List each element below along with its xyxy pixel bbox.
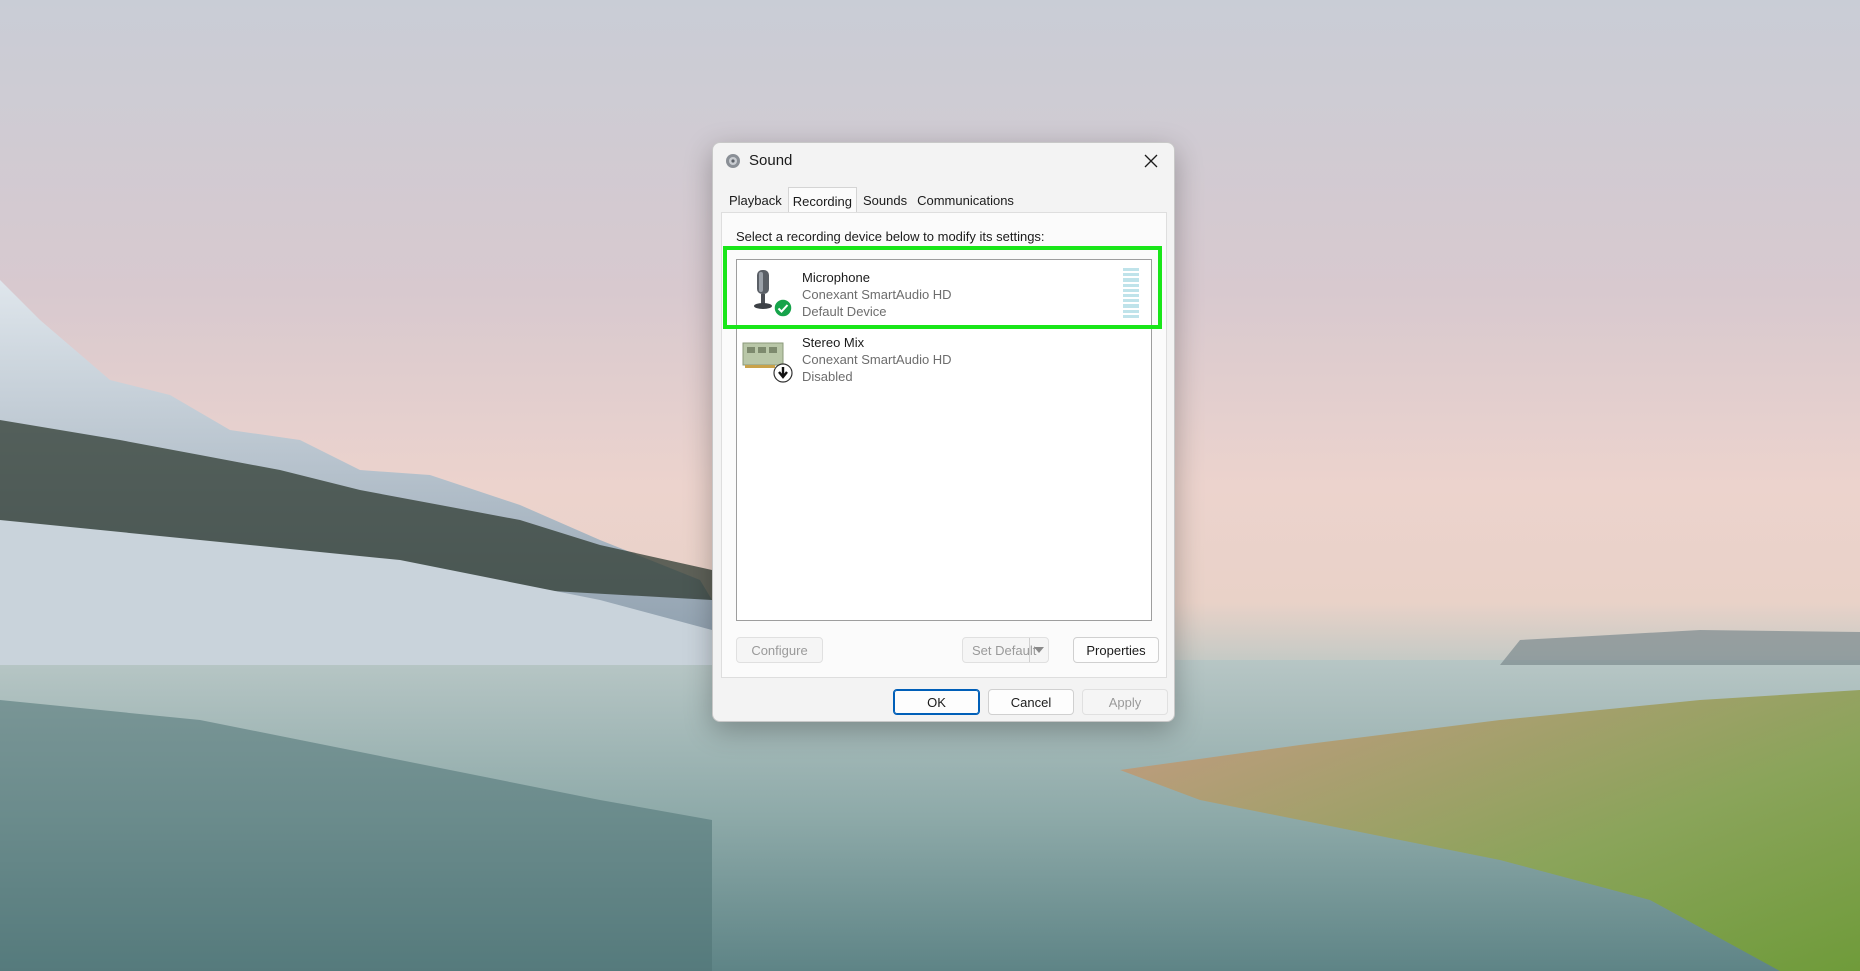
- close-button[interactable]: [1128, 143, 1174, 179]
- sound-card-icon: [741, 331, 793, 383]
- input-level-meter: [1123, 268, 1139, 319]
- device-driver: Conexant SmartAudio HD: [802, 287, 952, 302]
- apply-button[interactable]: Apply: [1082, 689, 1168, 715]
- device-driver: Conexant SmartAudio HD: [802, 352, 952, 367]
- device-list[interactable]: Microphone Conexant SmartAudio HD Defaul…: [736, 259, 1152, 621]
- device-status: Disabled: [802, 369, 853, 384]
- list-item-stereo-mix[interactable]: Stereo Mix Conexant SmartAudio HD Disabl…: [737, 325, 1151, 389]
- list-item-microphone[interactable]: Microphone Conexant SmartAudio HD Defaul…: [737, 260, 1151, 324]
- close-icon: [1144, 154, 1158, 168]
- cancel-button[interactable]: Cancel: [988, 689, 1074, 715]
- microphone-icon: [741, 266, 793, 318]
- tab-recording[interactable]: Recording: [787, 187, 858, 213]
- disabled-arrow-icon: [773, 363, 793, 383]
- recording-panel: Select a recording device below to modif…: [721, 212, 1167, 678]
- speaker-app-icon: [725, 153, 741, 169]
- device-status: Default Device: [802, 304, 887, 319]
- title-bar: Sound: [713, 143, 1174, 179]
- ok-button[interactable]: OK: [893, 689, 980, 715]
- set-default-button[interactable]: Set Default: [962, 637, 1049, 663]
- device-name: Stereo Mix: [802, 335, 865, 350]
- chevron-down-icon[interactable]: [1029, 638, 1048, 662]
- tab-sounds[interactable]: Sounds: [859, 189, 911, 213]
- tab-strip: Playback Recording Sounds Communications: [725, 187, 1020, 213]
- sound-dialog: Sound Playback Recording Sounds Communic…: [712, 142, 1175, 722]
- device-name: Microphone: [802, 270, 870, 285]
- window-title: Sound: [749, 152, 793, 169]
- properties-button[interactable]: Properties: [1073, 637, 1159, 663]
- tab-playback[interactable]: Playback: [725, 189, 786, 213]
- configure-button[interactable]: Configure: [736, 637, 823, 663]
- default-check-icon: [773, 298, 793, 318]
- set-default-label: Set Default: [972, 642, 1037, 658]
- tab-communications[interactable]: Communications: [913, 189, 1018, 213]
- instruction-text: Select a recording device below to modif…: [736, 229, 1045, 244]
